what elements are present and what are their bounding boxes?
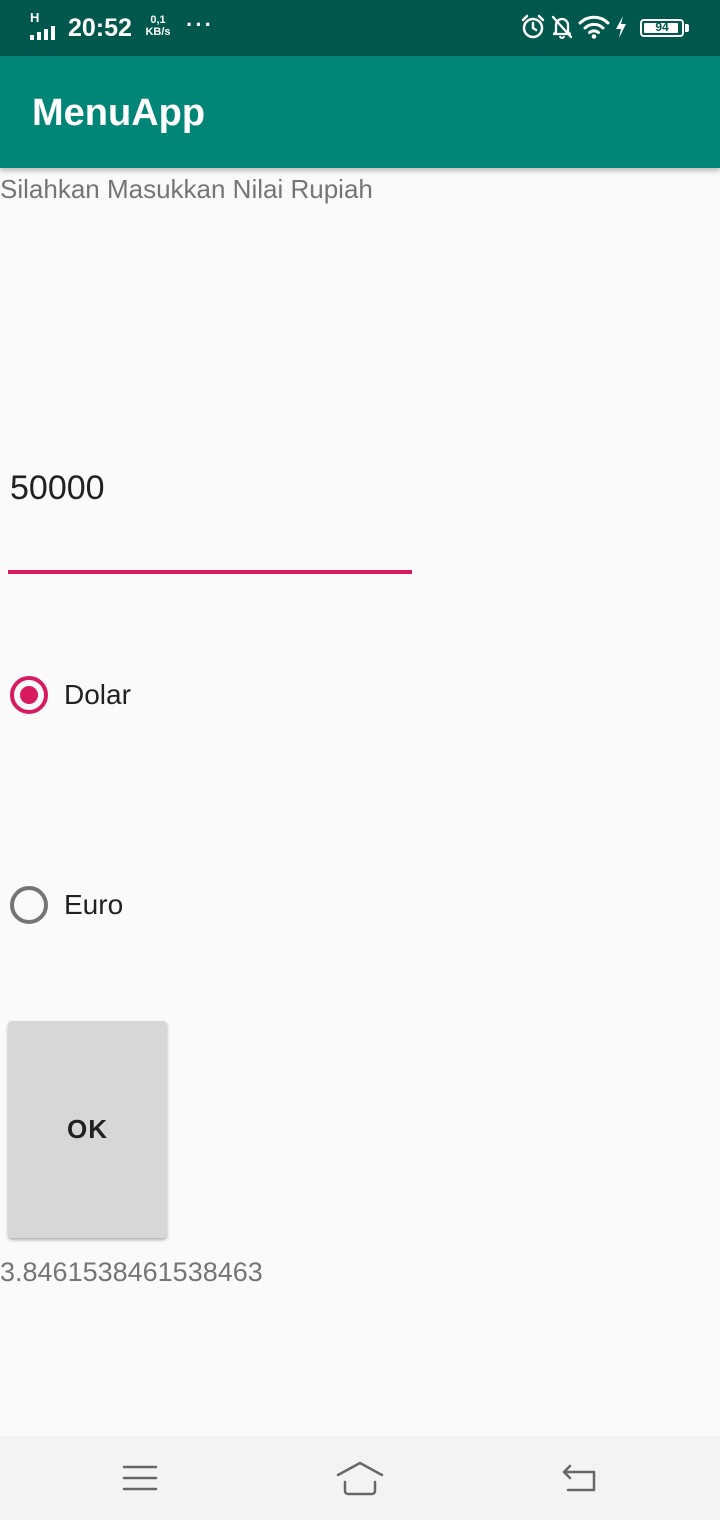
- input-underline: [8, 570, 412, 574]
- ok-button[interactable]: OK: [8, 1021, 167, 1238]
- battery-percent: 94: [655, 20, 669, 34]
- battery-icon: 94: [640, 19, 684, 37]
- charging-icon: [616, 16, 626, 38]
- radio-button-checked[interactable]: [10, 676, 48, 714]
- home-button[interactable]: [330, 1456, 390, 1500]
- rupiah-amount-input[interactable]: [8, 444, 414, 532]
- wifi-icon: [578, 15, 610, 39]
- speed-value: 0,1: [150, 14, 166, 26]
- clock: 20:52: [68, 14, 132, 42]
- home-icon: [336, 1461, 384, 1496]
- speed-unit: KB/s: [145, 26, 171, 38]
- app-title: MenuApp: [32, 92, 206, 134]
- radio-euro[interactable]: Euro: [10, 886, 123, 924]
- menu-icon: [122, 1465, 158, 1491]
- network-type: H: [30, 10, 40, 25]
- menu-button[interactable]: [110, 1456, 170, 1500]
- prompt-label: Silahkan Masukkan Nilai Rupiah: [0, 174, 373, 204]
- alarm-icon: [521, 14, 545, 39]
- status-bar: H 20:52 0,1 KB/s ··· 94: [0, 0, 720, 56]
- back-icon: [562, 1464, 596, 1492]
- notifications-off-icon: [551, 15, 573, 39]
- conversion-result: 3.8461538461538463: [0, 1257, 263, 1287]
- battery-tip: [685, 24, 689, 32]
- radio-label-dolar: Dolar: [64, 679, 131, 710]
- more-notifications-icon: ···: [186, 12, 214, 37]
- network-speed: 0,1 KB/s: [144, 14, 172, 38]
- radio-dolar[interactable]: Dolar: [10, 676, 131, 714]
- radio-label-euro: Euro: [64, 889, 124, 920]
- back-button[interactable]: [550, 1456, 610, 1500]
- signal-icon: [30, 26, 55, 40]
- navigation-bar: [0, 1436, 720, 1520]
- radio-button-unchecked[interactable]: [10, 886, 48, 924]
- app-bar: MenuApp: [0, 56, 720, 168]
- status-right: 94: [520, 12, 690, 44]
